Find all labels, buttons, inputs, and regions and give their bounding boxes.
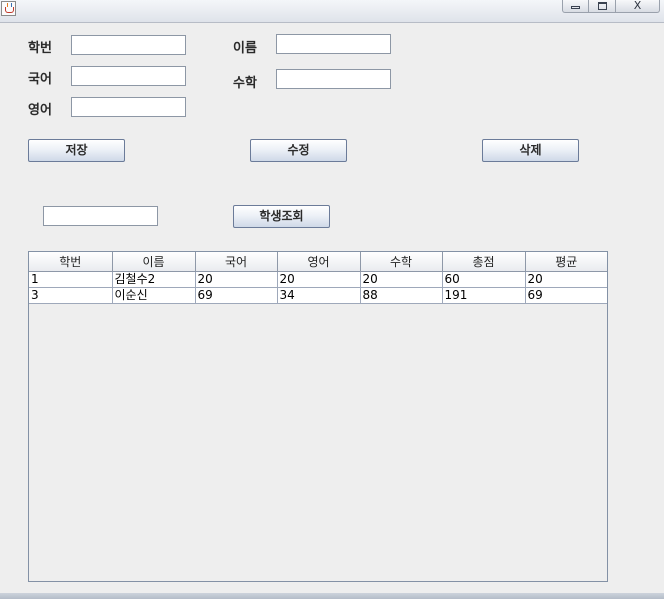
table-header-row: 학번 이름 국어 영어 수학 총점 평균 [29,252,607,272]
column-header-student-id[interactable]: 학번 [29,252,113,272]
maximize-icon [597,2,607,10]
column-header-korean[interactable]: 국어 [195,252,278,272]
column-header-total[interactable]: 총점 [442,252,526,272]
student-id-label: 학번 [28,41,52,56]
table-cell[interactable]: 20 [277,271,361,288]
table-cell[interactable]: 이순신 [112,287,196,304]
student-search-button[interactable]: 학생조회 [233,205,330,228]
table-cell[interactable]: 69 [525,287,607,304]
table-cell[interactable]: 34 [277,287,361,304]
table-row[interactable]: 1 김철수2 20 20 20 60 20 [29,271,607,288]
math-label: 수학 [233,76,257,91]
search-field[interactable] [43,206,158,226]
minimize-icon [571,6,580,9]
table-cell[interactable]: 20 [360,271,443,288]
column-header-english[interactable]: 영어 [277,252,361,272]
name-label: 이름 [233,41,257,56]
table-cell[interactable]: 88 [360,287,443,304]
window-titlebar[interactable]: X [0,0,664,23]
window-bottom-border [0,593,664,599]
student-table[interactable]: 학번 이름 국어 영어 수학 총점 평균 1 김철수2 20 20 20 60 … [28,251,608,582]
table-cell[interactable]: 20 [525,271,607,288]
student-id-field[interactable] [71,35,186,55]
close-icon: X [633,0,642,12]
table-cell[interactable]: 191 [442,287,526,304]
table-cell[interactable]: 1 [29,271,113,288]
table-row[interactable]: 3 이순신 69 34 88 191 69 [29,287,607,304]
column-header-average[interactable]: 평균 [525,252,607,272]
table-cell[interactable]: 김철수2 [112,271,196,288]
table-cell[interactable]: 3 [29,287,113,304]
table-cell[interactable]: 69 [195,287,278,304]
english-score-field[interactable] [71,97,186,117]
edit-button[interactable]: 수정 [250,139,347,162]
korean-label: 국어 [28,72,52,87]
table-cell[interactable]: 60 [442,271,526,288]
korean-score-field[interactable] [71,66,186,86]
close-button[interactable]: X [616,0,660,13]
delete-button[interactable]: 삭제 [482,139,579,162]
name-field[interactable] [276,34,391,54]
minimize-button[interactable] [562,0,589,13]
column-header-name[interactable]: 이름 [112,252,196,272]
english-label: 영어 [28,103,52,118]
maximize-button[interactable] [589,0,616,13]
math-score-field[interactable] [276,69,391,89]
save-button[interactable]: 저장 [28,139,125,162]
column-header-math[interactable]: 수학 [360,252,443,272]
table-cell[interactable]: 20 [195,271,278,288]
java-icon[interactable] [1,1,16,16]
